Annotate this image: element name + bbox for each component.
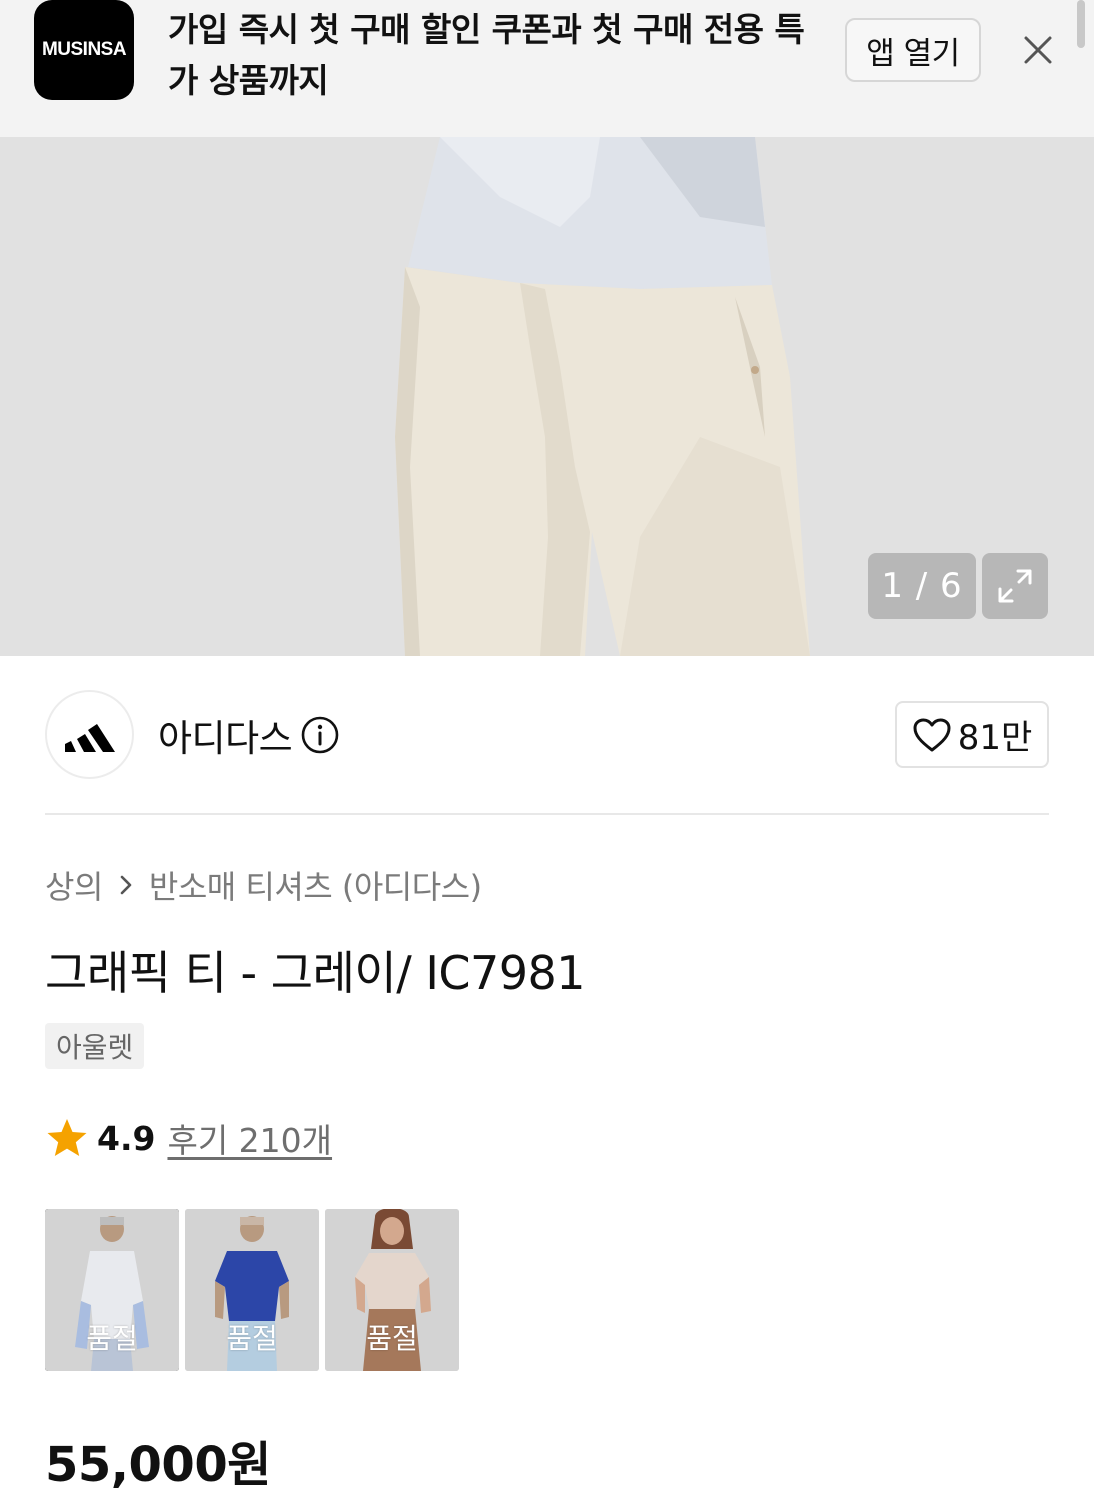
expand-image-button[interactable] [982, 553, 1048, 619]
reviews-link[interactable]: 후기 210개 [167, 1114, 332, 1162]
image-counter: 1 / 6 [868, 553, 976, 619]
breadcrumb: 상의 반소매 티셔츠 (아디다스) [45, 862, 482, 908]
divider [45, 813, 1049, 815]
color-option-blue[interactable]: 품절 [185, 1209, 319, 1371]
app-banner: MUSINSA 가입 즉시 첫 구매 할인 쿠폰과 첫 구매 전용 특가 상품까… [0, 0, 1094, 137]
close-banner-button[interactable] [1018, 30, 1058, 70]
color-option-beige[interactable]: 품절 [325, 1209, 459, 1371]
breadcrumb-category[interactable]: 상의 [45, 862, 103, 908]
like-button[interactable]: 81만 [895, 701, 1049, 768]
sold-out-label: 품절 [226, 1322, 278, 1355]
banner-message: 가입 즉시 첫 구매 할인 쿠폰과 첫 구매 전용 특가 상품까지 [168, 10, 805, 100]
brand-logo[interactable] [45, 690, 134, 779]
star-icon [47, 1119, 87, 1156]
info-icon [301, 716, 339, 754]
chevron-right-icon [120, 875, 132, 895]
outlet-badge: 아울렛 [45, 1023, 145, 1069]
heart-icon [913, 718, 951, 751]
open-app-button[interactable]: 앱 열기 [845, 18, 981, 82]
rating-score: 4.9 [97, 1118, 156, 1158]
close-icon [1024, 36, 1052, 64]
adidas-logo [64, 723, 115, 752]
product-price: 55,000원 [45, 1437, 271, 1493]
color-options: 품절 품절 품절 [45, 1209, 459, 1371]
sold-out-label: 품절 [86, 1322, 138, 1355]
brand-name[interactable]: 아디다스 [158, 708, 293, 762]
breadcrumb-subcategory[interactable]: 반소매 티셔츠 (아디다스) [149, 862, 482, 908]
color-option-gray[interactable]: 품절 [45, 1209, 179, 1371]
scrollbar-thumb[interactable] [1077, 0, 1085, 48]
sold-out-label: 품절 [366, 1322, 418, 1355]
brand-info-button[interactable] [300, 715, 340, 755]
like-count: 81만 [957, 718, 1033, 758]
expand-icon [998, 569, 1032, 603]
product-title: 그래픽 티 - 그레이/ IC7981 [45, 946, 586, 1000]
rating-row: 4.9 후기 210개 [45, 1115, 332, 1161]
musinsa-app-logo: MUSINSA [34, 0, 134, 100]
